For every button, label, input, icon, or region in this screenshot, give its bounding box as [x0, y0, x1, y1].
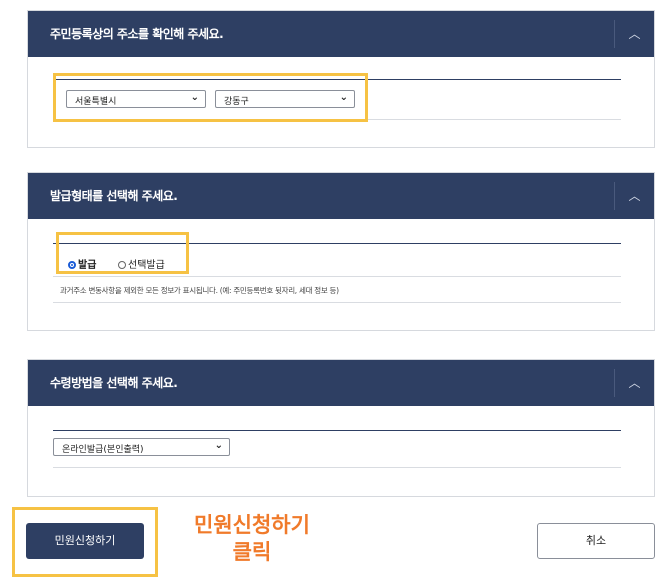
chevron-up-icon: ︿	[628, 27, 641, 41]
receive-method-panel-title: 수령방법을 선택해 주세요.	[50, 376, 178, 390]
address-select-highlight	[53, 73, 368, 122]
click-callout: 민원신청하기 클릭	[172, 512, 332, 566]
issue-type-panel-title: 발급형태를 선택해 주세요.	[50, 189, 178, 203]
collapse-issue-type-button[interactable]: ︿	[615, 173, 654, 219]
chevron-up-icon: ︿	[628, 376, 641, 390]
address-panel-title: 주민등록상의 주소를 확인해 주세요.	[50, 27, 224, 41]
receive-method-value: 온라인발급(본인출력)	[62, 445, 144, 455]
address-panel-header: 주민등록상의 주소를 확인해 주세요. ︿	[28, 11, 654, 57]
collapse-receive-method-button[interactable]: ︿	[615, 360, 654, 406]
cancel-button[interactable]: 취소	[537, 523, 655, 559]
callout-line2: 클릭	[232, 540, 272, 564]
chevron-down-icon: ⌄	[214, 440, 223, 451]
issue-type-highlight	[56, 232, 189, 274]
chevron-up-icon: ︿	[628, 189, 641, 203]
apply-button-highlight	[12, 507, 158, 577]
collapse-address-button[interactable]: ︿	[615, 11, 654, 57]
divider	[53, 430, 621, 431]
receive-method-panel: 수령방법을 선택해 주세요. ︿ 온라인발급(본인출력) ⌄	[27, 359, 655, 497]
divider	[53, 302, 621, 303]
issue-type-note: 과거주소 변동사항을 제외한 모든 정보가 표시됩니다. (예: 주민등록번호 …	[60, 286, 339, 295]
divider	[53, 276, 621, 277]
divider	[53, 467, 621, 468]
issue-type-panel-header: 발급형태를 선택해 주세요. ︿	[28, 173, 654, 219]
receive-method-panel-header: 수령방법을 선택해 주세요. ︿	[28, 360, 654, 406]
callout-line1: 민원신청하기	[194, 513, 310, 537]
receive-method-select[interactable]: 온라인발급(본인출력) ⌄	[53, 438, 230, 456]
